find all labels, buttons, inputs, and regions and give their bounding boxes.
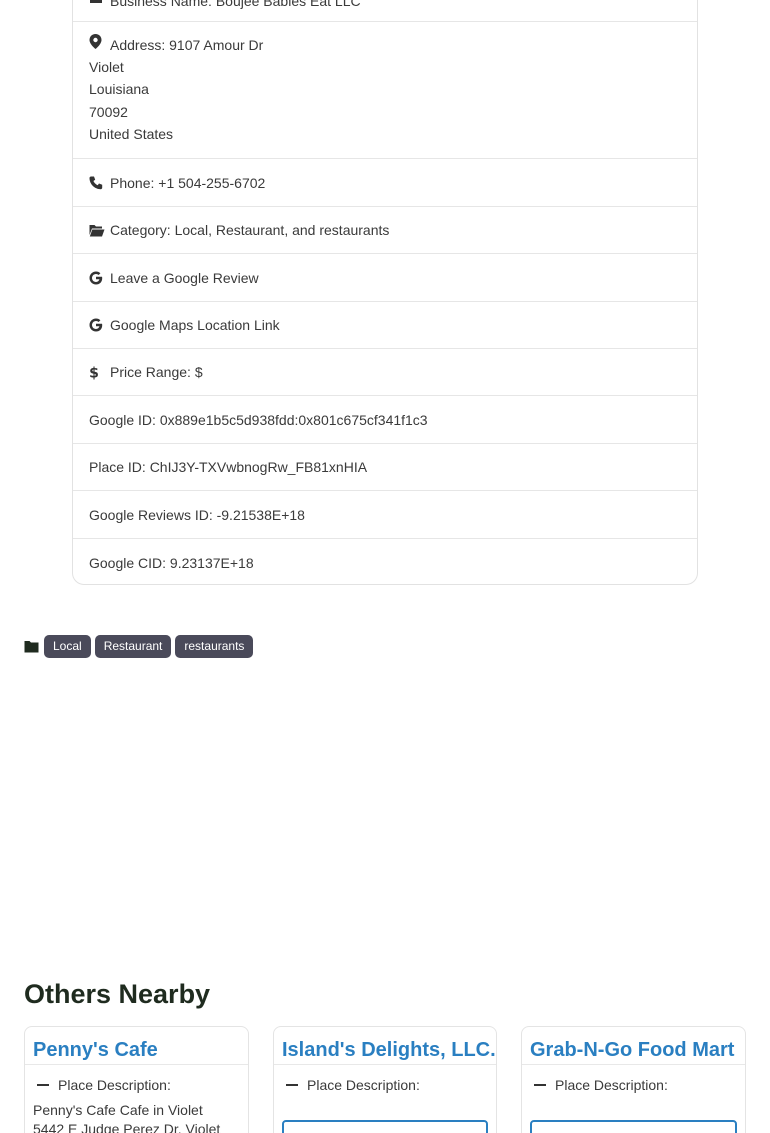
phone-row: Phone: +1 504-255-6702 — [73, 159, 697, 207]
place-description-label: Place Description: — [33, 1077, 171, 1093]
minus-icon — [37, 1084, 49, 1086]
category-label: Category: — [110, 222, 171, 238]
place-description-text: Place Description: — [555, 1077, 668, 1093]
phone-link[interactable]: +1 504-255-6702 — [158, 172, 265, 194]
business-name-label: Business Name: — [110, 0, 212, 9]
place-description-label: Place Description: — [530, 1077, 668, 1093]
store-icon — [89, 0, 110, 4]
place-description-line: 5442 E Judge Perez Dr, Violet — [33, 1121, 221, 1133]
address-label: Address: — [110, 37, 166, 53]
address-lines: Violet Louisiana 70092 United States — [89, 56, 173, 146]
address-zip: 70092 — [89, 103, 128, 120]
business-details-card: Business Name: Boujee Babies Eat LLC Add… — [72, 0, 698, 585]
nearby-card-title[interactable]: Penny's Cafe — [33, 1037, 158, 1063]
address-city: Violet — [89, 59, 124, 75]
nearby-card-title[interactable]: Grab-N-Go Food Mart — [530, 1037, 734, 1063]
category-separator: , — [208, 222, 212, 238]
nearby-card-title[interactable]: Island's Delights, LLC. — [282, 1037, 496, 1063]
divider — [25, 1064, 248, 1065]
category-row: Category: Local, Restaurant, and restaur… — [73, 207, 697, 254]
nearby-card-button[interactable] — [530, 1120, 737, 1133]
phone-label: Phone: — [110, 174, 155, 191]
address-row: Address: 9107 Amour Dr Violet Louisiana … — [73, 22, 697, 159]
category-link-local[interactable]: Local — [175, 219, 208, 241]
svg-text:$: $ — [89, 365, 99, 380]
place-description-text: Place Description: — [307, 1077, 420, 1093]
place-description-label: Place Description: — [282, 1077, 420, 1093]
place-id: Place ID: ChIJ3Y-TXVwbnogRw_FB81xnHIA — [89, 459, 368, 475]
reviews-id-row: Google Reviews ID: -9.21538E+18 — [73, 491, 697, 539]
tag-restaurants[interactable]: restaurants — [175, 634, 254, 658]
folder-icon — [24, 640, 39, 653]
dollar-icon: $ — [89, 365, 110, 380]
minus-icon — [286, 1084, 298, 1086]
address-state: Louisiana — [89, 81, 149, 98]
google-maps-location-link[interactable]: Google Maps Location Link — [110, 314, 280, 336]
category-separator-and: , and — [284, 222, 316, 238]
google-id: Google ID: 0x889e1b5c5d938fdd:0x801c675c… — [89, 411, 428, 428]
place-description-body: Penny's Cafe Cafe in Violet 5442 E Judge… — [33, 1101, 220, 1133]
place-description-line: Penny's Cafe Cafe in Violet — [33, 1102, 203, 1118]
category-link-restaurant[interactable]: Restaurant — [216, 219, 284, 241]
cid-row: Google CID: 9.23137E+18 — [73, 539, 697, 586]
place-id-row: Place ID: ChIJ3Y-TXVwbnogRw_FB81xnHIA — [73, 444, 697, 491]
google-icon — [89, 271, 110, 285]
phone-icon — [89, 176, 110, 190]
google-icon — [89, 318, 110, 332]
minus-icon — [534, 1084, 546, 1086]
tag-restaurant[interactable]: Restaurant — [94, 634, 172, 658]
others-nearby-heading: Others Nearby — [24, 979, 211, 1009]
place-description-text: Place Description: — [58, 1077, 171, 1093]
business-name-value: Boujee Babies Eat LLC — [215, 0, 361, 9]
price-row: $ Price Range: $ — [73, 349, 697, 396]
google-cid: Google CID: 9.23137E+18 — [89, 554, 254, 571]
business-name-row: Business Name: Boujee Babies Eat LLC — [73, 0, 697, 22]
tag-local[interactable]: Local — [44, 634, 91, 658]
nearby-card-button[interactable] — [282, 1120, 488, 1133]
price-range-label: Price Range: — [110, 364, 191, 380]
category-link-restaurants[interactable]: restaurants — [319, 219, 389, 241]
nearby-card: Grab-N-Go Food Mart Place Description: — [521, 1026, 746, 1133]
review-row: Leave a Google Review — [73, 254, 697, 302]
folder-open-icon — [89, 224, 110, 237]
maps-row: Google Maps Location Link — [73, 302, 697, 349]
divider — [274, 1064, 496, 1065]
address-street: 9107 Amour Dr — [169, 37, 264, 53]
address-country: United States — [89, 126, 174, 143]
nearby-card: Island's Delights, LLC. Place Descriptio… — [273, 1026, 497, 1133]
google-reviews-id: Google Reviews ID: -9.21538E+18 — [89, 506, 305, 523]
divider — [522, 1064, 745, 1065]
category-tags: Local Restaurant restaurants — [24, 634, 254, 658]
google-id-row: Google ID: 0x889e1b5c5d938fdd:0x801c675c… — [73, 396, 697, 444]
leave-google-review-link[interactable]: Leave a Google Review — [110, 267, 259, 289]
map-marker-icon — [89, 34, 110, 49]
nearby-card: Penny's Cafe Place Description: Penny's … — [24, 1026, 249, 1133]
price-range-value: $ — [194, 364, 203, 380]
